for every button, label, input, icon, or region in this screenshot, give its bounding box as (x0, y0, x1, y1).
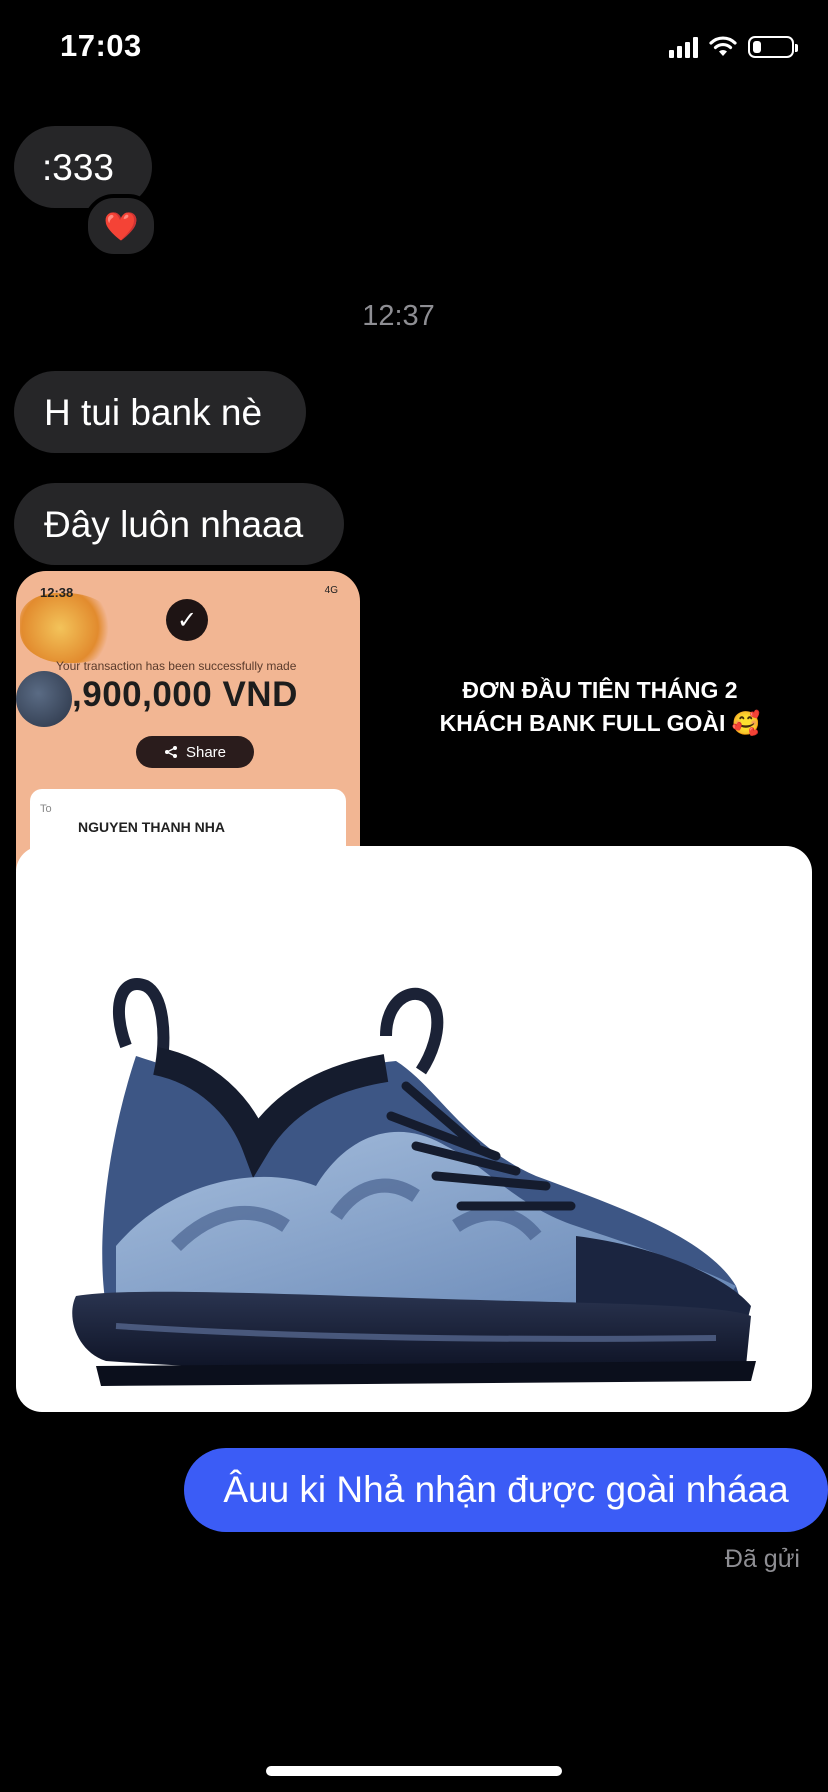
message-text: Đây luôn nhaaa (44, 503, 304, 545)
share-icon (164, 746, 177, 758)
sent-status-label: Đã gửi (724, 1545, 800, 1573)
battery-icon (748, 36, 798, 58)
message-timestamp: 12:37 (362, 300, 435, 332)
receipt-amount: ,900,000 VND (72, 675, 298, 714)
heart-reaction-icon[interactable]: ❤️ (84, 194, 158, 258)
receipt-success-message: Your transaction has been successfully m… (56, 659, 297, 673)
message-text: H tui bank nè (44, 391, 263, 433)
message-text: :333 (42, 146, 115, 188)
moon-face-emoji-icon (16, 671, 72, 727)
incoming-message[interactable]: Đây luôn nhaaa (14, 483, 344, 565)
sneaker-image[interactable] (16, 846, 812, 1412)
festive-illustration (20, 593, 120, 663)
outgoing-message[interactable]: Âuu ki Nhả nhận được goài nháaa (184, 1448, 828, 1532)
receipt-network: 4G (324, 585, 338, 596)
recipient-name: NGUYEN THANH NHA (78, 819, 225, 835)
receipt-status-time: 12:38 (40, 585, 74, 600)
wifi-icon (709, 36, 737, 56)
incoming-message[interactable]: H tui bank nè (14, 371, 306, 453)
sneaker-illustration (72, 978, 756, 1386)
status-icons (669, 36, 798, 58)
cellular-signal-icon (669, 36, 698, 58)
bank-transfer-receipt-image[interactable]: 12:38 4G ✓ Your transaction has been suc… (16, 571, 360, 871)
receipt-share-button: Share (136, 736, 254, 768)
overlay-caption: ĐƠN ĐẦU TIÊN THÁNG 2 KHÁCH BANK FULL GOÀ… (400, 674, 800, 741)
message-text: Âuu ki Nhả nhận được goài nháaa (223, 1469, 789, 1510)
caption-line-1: ĐƠN ĐẦU TIÊN THÁNG 2 (462, 677, 738, 703)
recipient-label: To (40, 803, 52, 815)
home-indicator[interactable] (266, 1766, 562, 1776)
caption-line-2: KHÁCH BANK FULL GOÀI 🥰 (439, 710, 761, 737)
checkmark-icon: ✓ (166, 599, 208, 641)
status-time: 17:03 (60, 28, 142, 63)
